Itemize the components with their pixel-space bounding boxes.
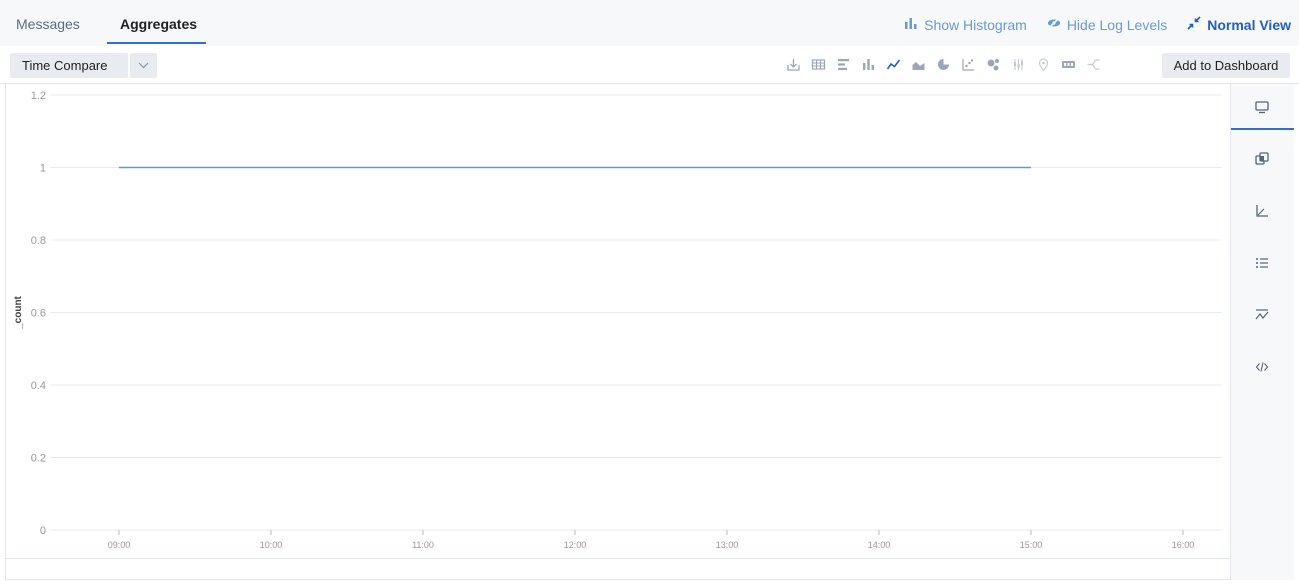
chart-settings-panel bbox=[1231, 84, 1294, 580]
chart-toolbar: Time Compare Add to Dashboard bbox=[0, 46, 1299, 84]
y-tick-label: 1.2 bbox=[31, 90, 46, 102]
chart-canvas: 0 0.2 0.4 0.6 0.8 1 1.2 09:00 10:00 11:00 12:00 13:… bbox=[13, 90, 1221, 550]
tab-messages[interactable]: Messages bbox=[16, 16, 80, 32]
single-value-icon[interactable] bbox=[1061, 57, 1076, 72]
hide-log-levels-button[interactable]: Hide Log Levels bbox=[1047, 16, 1167, 33]
table-icon[interactable] bbox=[811, 57, 826, 72]
x-tick-label: 09:00 bbox=[108, 540, 131, 550]
bubble-icon[interactable] bbox=[986, 57, 1001, 72]
view-actions: Show Histogram Hide Log Levels Normal Vi… bbox=[904, 16, 1291, 33]
area-chart-icon[interactable] bbox=[911, 57, 926, 72]
y-tick-label: 0.2 bbox=[31, 453, 46, 465]
map-pin-icon[interactable] bbox=[1036, 57, 1051, 72]
chart-type-icons bbox=[786, 57, 1101, 72]
export-icon[interactable] bbox=[786, 57, 801, 72]
overlay-settings-button[interactable] bbox=[1231, 136, 1294, 182]
code-view-button[interactable] bbox=[1231, 344, 1294, 390]
tab-aggregates[interactable]: Aggregates bbox=[120, 16, 197, 32]
normal-view-label: Normal View bbox=[1207, 16, 1291, 33]
line-chart: 0 0.2 0.4 0.6 0.8 1 1.2 09:00 10:00 11:00 12:00 13:… bbox=[5, 84, 1231, 558]
collapse-arrows-icon bbox=[1187, 16, 1201, 33]
active-tab-indicator bbox=[107, 42, 206, 44]
x-tick-label: 15:00 bbox=[1020, 540, 1043, 550]
pie-chart-icon[interactable] bbox=[936, 57, 951, 72]
y-axis-label: _count bbox=[13, 295, 24, 329]
x-tick-label: 11:00 bbox=[412, 540, 434, 550]
y-tick-label: 0.8 bbox=[31, 235, 46, 247]
compare-select-toggle[interactable] bbox=[130, 53, 157, 78]
sankey-icon[interactable] bbox=[1086, 57, 1101, 72]
normal-view-button[interactable]: Normal View bbox=[1187, 16, 1291, 33]
display-settings-button[interactable] bbox=[1231, 84, 1294, 130]
x-tick-label: 14:00 bbox=[868, 540, 891, 550]
legend-settings-button[interactable] bbox=[1231, 240, 1294, 286]
column-chart-icon[interactable] bbox=[861, 57, 876, 72]
x-tick-label: 16:00 bbox=[1172, 540, 1195, 550]
show-histogram-button[interactable]: Show Histogram bbox=[904, 16, 1027, 33]
line-chart-icon[interactable] bbox=[886, 57, 901, 72]
axis-settings-button[interactable] bbox=[1231, 188, 1294, 234]
eye-slash-icon bbox=[1047, 16, 1061, 33]
scatter-icon[interactable] bbox=[961, 57, 976, 72]
bar-horizontal-icon[interactable] bbox=[836, 57, 851, 72]
show-histogram-label: Show Histogram bbox=[924, 16, 1027, 33]
y-tick-label: 1 bbox=[40, 163, 46, 175]
x-tick-label: 10:00 bbox=[260, 540, 283, 550]
trend-settings-button[interactable] bbox=[1231, 292, 1294, 338]
chart-footer bbox=[5, 558, 1231, 580]
compare-select[interactable]: Time Compare bbox=[10, 53, 128, 78]
y-tick-label: 0 bbox=[40, 525, 46, 537]
x-tick-label: 13:00 bbox=[716, 540, 739, 550]
x-tick-label: 12:00 bbox=[564, 540, 587, 550]
y-tick-label: 0.6 bbox=[31, 308, 46, 320]
tab-bar: Messages Aggregates Show Histogram Hide … bbox=[0, 0, 1299, 46]
y-tick-label: 0.4 bbox=[31, 380, 46, 392]
add-to-dashboard-button[interactable]: Add to Dashboard bbox=[1162, 53, 1290, 78]
box-plot-icon[interactable] bbox=[1011, 57, 1026, 72]
hide-log-levels-label: Hide Log Levels bbox=[1066, 16, 1168, 33]
histogram-icon bbox=[904, 16, 918, 33]
